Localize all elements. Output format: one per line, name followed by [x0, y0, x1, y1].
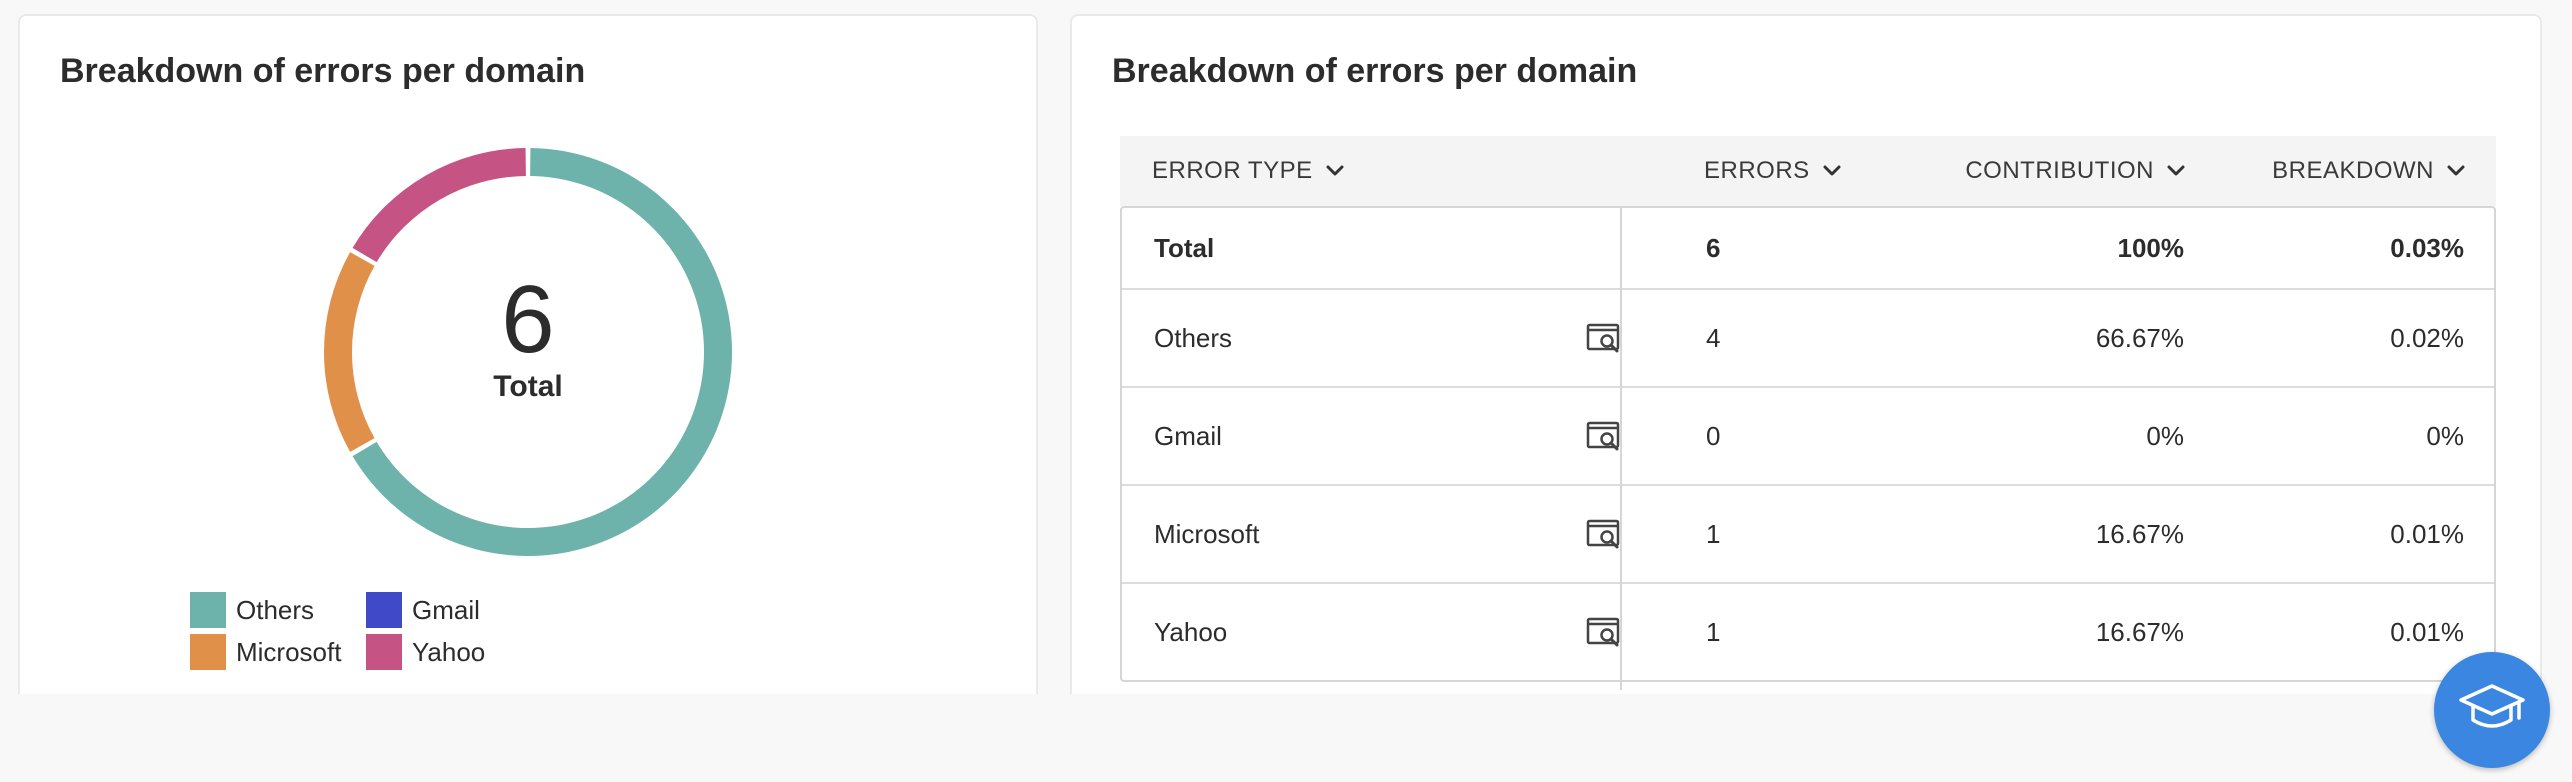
cell-name: Gmail	[1154, 420, 1222, 451]
column-header-breakdown[interactable]: BREAKDOWN	[2272, 136, 2466, 206]
legend-label-microsoft: Microsoft	[236, 636, 342, 667]
legend-item-gmail[interactable]: Gmail	[366, 592, 542, 628]
cell-contribution: 0%	[2146, 420, 2184, 451]
legend-swatch-yahoo	[366, 634, 402, 670]
table-row-others: Others 4 66.67% 0.02%	[1122, 288, 2494, 386]
cell-errors: 6	[1706, 232, 1721, 263]
inspect-icon[interactable]	[1586, 420, 1622, 452]
table-row-total: Total 6 100% 0.03%	[1122, 208, 2494, 288]
cell-contribution: 66.67%	[2095, 322, 2184, 353]
column-header-error-type[interactable]: ERROR TYPE	[1152, 136, 1345, 206]
inspect-icon[interactable]	[1586, 322, 1622, 354]
legend-swatch-microsoft	[190, 634, 226, 670]
cell-contribution: 100%	[2117, 232, 2185, 263]
donut-card: Breakdown of errors per domain 6 Total O…	[18, 14, 1038, 694]
cell-breakdown: 0.03%	[2390, 232, 2464, 263]
cell-contribution: 16.67%	[2095, 518, 2184, 549]
chevron-down-icon	[1326, 165, 1344, 176]
legend-item-microsoft[interactable]: Microsoft	[190, 634, 366, 670]
cell-name: Yahoo	[1154, 616, 1228, 647]
table-body: Total 6 100% 0.03% Others 4 66.67% 0.02%…	[1120, 206, 2496, 682]
learn-help-button[interactable]	[2434, 652, 2550, 768]
chevron-down-icon	[2167, 165, 2185, 176]
donut-center-label: Total	[493, 370, 563, 403]
cell-breakdown: 0.02%	[2390, 322, 2464, 353]
cell-name: Others	[1154, 322, 1233, 353]
cell-contribution: 16.67%	[2095, 616, 2184, 647]
cell-errors: 1	[1706, 518, 1721, 549]
chevron-down-icon	[2447, 165, 2465, 176]
column-header-errors-label: ERRORS	[1704, 157, 1810, 184]
legend-label-gmail: Gmail	[412, 594, 480, 625]
legend-swatch-others	[190, 592, 226, 628]
table-row-gmail: Gmail 0 0% 0%	[1122, 386, 2494, 484]
legend-label-others: Others	[236, 594, 315, 625]
table-header: ERROR TYPE ERRORS CONTRIBUTION BREAKDOWN	[1120, 136, 2496, 206]
donut-center-value: 6	[501, 266, 555, 373]
cell-errors: 4	[1706, 322, 1721, 353]
table-row-microsoft: Microsoft 1 16.67% 0.01%	[1122, 484, 2494, 582]
chevron-down-icon	[1823, 165, 1841, 176]
column-header-contribution-label: CONTRIBUTION	[1965, 157, 2154, 184]
cell-name: Microsoft	[1154, 518, 1260, 549]
inspect-icon[interactable]	[1586, 616, 1622, 648]
column-divider	[1620, 206, 1622, 690]
cell-errors: 1	[1706, 616, 1721, 647]
chart-legend: Others Gmail Microsoft Yahoo	[190, 592, 542, 670]
column-header-contribution[interactable]: CONTRIBUTION	[1965, 136, 2186, 206]
table-row-yahoo: Yahoo 1 16.67% 0.01%	[1122, 582, 2494, 680]
column-header-breakdown-label: BREAKDOWN	[2272, 157, 2434, 184]
legend-item-yahoo[interactable]: Yahoo	[366, 634, 542, 670]
cell-breakdown: 0.01%	[2390, 518, 2464, 549]
donut-slice-yahoo[interactable]	[352, 148, 526, 263]
legend-item-others[interactable]: Others	[190, 592, 366, 628]
graduation-cap-icon	[2459, 684, 2525, 728]
column-header-error-type-label: ERROR TYPE	[1152, 157, 1313, 184]
inspect-icon[interactable]	[1586, 518, 1622, 550]
cell-errors: 0	[1706, 420, 1721, 451]
cell-breakdown: 0%	[2426, 420, 2464, 451]
column-header-errors[interactable]: ERRORS	[1704, 136, 1842, 206]
table-card: Breakdown of errors per domain ERROR TYP…	[1070, 14, 2542, 694]
legend-label-yahoo: Yahoo	[412, 636, 486, 667]
table-card-title: Breakdown of errors per domain	[1112, 52, 1638, 90]
cell-name: Total	[1154, 232, 1215, 263]
legend-swatch-gmail	[366, 592, 402, 628]
